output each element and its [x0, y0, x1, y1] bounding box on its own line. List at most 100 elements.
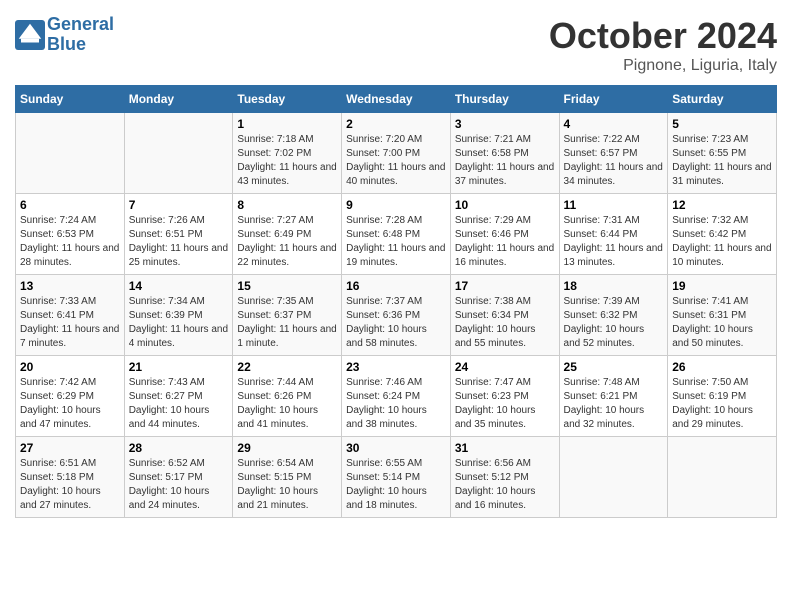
- day-info: Sunrise: 7:44 AMSunset: 6:26 PMDaylight:…: [237, 376, 337, 432]
- day-info: Sunrise: 7:28 AMSunset: 6:48 PMDaylight:…: [346, 214, 446, 270]
- calendar-week-row: 1 Sunrise: 7:18 AMSunset: 7:02 PMDaylight…: [16, 113, 777, 194]
- calendar-cell: 23 Sunrise: 7:46 AMSunset: 6:24 PMDayligh…: [342, 356, 451, 437]
- calendar-header-row: SundayMondayTuesdayWednesdayThursdayFrid…: [16, 86, 777, 113]
- calendar-cell: 7 Sunrise: 7:26 AMSunset: 6:51 PMDaylight…: [124, 194, 233, 275]
- calendar-cell: 31 Sunrise: 6:56 AMSunset: 5:12 PMDayligh…: [450, 437, 559, 518]
- day-info: Sunrise: 7:22 AMSunset: 6:57 PMDaylight:…: [564, 133, 664, 189]
- calendar-cell: 17 Sunrise: 7:38 AMSunset: 6:34 PMDayligh…: [450, 275, 559, 356]
- day-info: Sunrise: 6:52 AMSunset: 5:17 PMDaylight:…: [129, 457, 229, 513]
- calendar-table: SundayMondayTuesdayWednesdayThursdayFrid…: [15, 85, 777, 518]
- calendar-cell: 9Sunrise: 7:28 AMSunset: 6:48 PMDaylight…: [342, 194, 451, 275]
- day-number: 6: [20, 198, 120, 212]
- day-info: Sunrise: 7:26 AMSunset: 6:51 PMDaylight:…: [129, 214, 229, 270]
- day-info: Sunrise: 6:54 AMSunset: 5:15 PMDaylight:…: [237, 457, 337, 513]
- day-info: Sunrise: 7:46 AMSunset: 6:24 PMDaylight:…: [346, 376, 446, 432]
- weekday-header: Wednesday: [342, 86, 451, 113]
- logo-icon: [15, 20, 45, 50]
- calendar-cell: 10 Sunrise: 7:29 AMSunset: 6:46 PMDayligh…: [450, 194, 559, 275]
- day-number: 14: [129, 279, 229, 293]
- calendar-cell: 12Sunrise: 7:32 AMSunset: 6:42 PMDayligh…: [668, 194, 777, 275]
- day-number: 4: [564, 117, 664, 131]
- day-info: Sunrise: 7:33 AMSunset: 6:41 PMDaylight:…: [20, 295, 120, 351]
- weekday-header: Saturday: [668, 86, 777, 113]
- day-info: Sunrise: 7:50 AMSunset: 6:19 PMDaylight:…: [672, 376, 772, 432]
- day-number: 16: [346, 279, 446, 293]
- calendar-cell: 3Sunrise: 7:21 AMSunset: 6:58 PMDaylight…: [450, 113, 559, 194]
- calendar-cell: [16, 113, 125, 194]
- day-number: 8: [237, 198, 337, 212]
- day-number: 2: [346, 117, 446, 131]
- title-block: October 2024 Pignone, Liguria, Italy: [549, 15, 777, 75]
- weekday-header: Friday: [559, 86, 668, 113]
- calendar-cell: 13 Sunrise: 7:33 AMSunset: 6:41 PMDayligh…: [16, 275, 125, 356]
- day-number: 20: [20, 360, 120, 374]
- weekday-header: Thursday: [450, 86, 559, 113]
- day-info: Sunrise: 7:48 AMSunset: 6:21 PMDaylight:…: [564, 376, 664, 432]
- location-title: Pignone, Liguria, Italy: [549, 57, 777, 75]
- day-info: Sunrise: 7:43 AMSunset: 6:27 PMDaylight:…: [129, 376, 229, 432]
- calendar-cell: 18 Sunrise: 7:39 AMSunset: 6:32 PMDayligh…: [559, 275, 668, 356]
- day-number: 1: [237, 117, 337, 131]
- day-info: Sunrise: 7:32 AMSunset: 6:42 PMDaylight:…: [672, 214, 772, 270]
- day-info: Sunrise: 7:35 AMSunset: 6:37 PMDaylight:…: [237, 295, 337, 351]
- day-info: Sunrise: 6:55 AMSunset: 5:14 PMDaylight:…: [346, 457, 446, 513]
- day-number: 17: [455, 279, 555, 293]
- day-number: 22: [237, 360, 337, 374]
- calendar-cell: 11Sunrise: 7:31 AMSunset: 6:44 PMDayligh…: [559, 194, 668, 275]
- calendar-cell: 6Sunrise: 7:24 AMSunset: 6:53 PMDaylight…: [16, 194, 125, 275]
- calendar-cell: 1 Sunrise: 7:18 AMSunset: 7:02 PMDaylight…: [233, 113, 342, 194]
- day-info: Sunrise: 6:56 AMSunset: 5:12 PMDaylight:…: [455, 457, 555, 513]
- calendar-cell: 21Sunrise: 7:43 AMSunset: 6:27 PMDayligh…: [124, 356, 233, 437]
- day-number: 27: [20, 441, 120, 455]
- calendar-cell: 8Sunrise: 7:27 AMSunset: 6:49 PMDaylight…: [233, 194, 342, 275]
- calendar-cell: 30 Sunrise: 6:55 AMSunset: 5:14 PMDayligh…: [342, 437, 451, 518]
- day-number: 23: [346, 360, 446, 374]
- day-info: Sunrise: 7:42 AMSunset: 6:29 PMDaylight:…: [20, 376, 120, 432]
- day-info: Sunrise: 7:23 AMSunset: 6:55 PMDaylight:…: [672, 133, 772, 189]
- day-info: Sunrise: 7:47 AMSunset: 6:23 PMDaylight:…: [455, 376, 555, 432]
- weekday-header: Sunday: [16, 86, 125, 113]
- day-number: 25: [564, 360, 664, 374]
- month-title: October 2024: [549, 15, 777, 57]
- calendar-week-row: 13 Sunrise: 7:33 AMSunset: 6:41 PMDayligh…: [16, 275, 777, 356]
- day-number: 31: [455, 441, 555, 455]
- day-number: 5: [672, 117, 772, 131]
- calendar-cell: [559, 437, 668, 518]
- calendar-cell: 20 Sunrise: 7:42 AMSunset: 6:29 PMDayligh…: [16, 356, 125, 437]
- calendar-cell: 2 Sunrise: 7:20 AMSunset: 7:00 PMDaylight…: [342, 113, 451, 194]
- day-number: 19: [672, 279, 772, 293]
- day-info: Sunrise: 7:31 AMSunset: 6:44 PMDaylight:…: [564, 214, 664, 270]
- day-info: Sunrise: 7:20 AMSunset: 7:00 PMDaylight:…: [346, 133, 446, 189]
- calendar-cell: 16 Sunrise: 7:37 AMSunset: 6:36 PMDayligh…: [342, 275, 451, 356]
- calendar-cell: 24 Sunrise: 7:47 AMSunset: 6:23 PMDayligh…: [450, 356, 559, 437]
- day-number: 13: [20, 279, 120, 293]
- day-number: 10: [455, 198, 555, 212]
- calendar-cell: 29 Sunrise: 6:54 AMSunset: 5:15 PMDayligh…: [233, 437, 342, 518]
- day-number: 7: [129, 198, 229, 212]
- day-info: Sunrise: 7:34 AMSunset: 6:39 PMDaylight:…: [129, 295, 229, 351]
- day-number: 26: [672, 360, 772, 374]
- day-number: 3: [455, 117, 555, 131]
- day-info: Sunrise: 7:18 AMSunset: 7:02 PMDaylight:…: [237, 133, 337, 189]
- logo: General Blue: [15, 15, 114, 55]
- calendar-cell: 5 Sunrise: 7:23 AMSunset: 6:55 PMDaylight…: [668, 113, 777, 194]
- day-number: 24: [455, 360, 555, 374]
- calendar-cell: [124, 113, 233, 194]
- day-number: 18: [564, 279, 664, 293]
- day-number: 29: [237, 441, 337, 455]
- calendar-cell: 19Sunrise: 7:41 AMSunset: 6:31 PMDayligh…: [668, 275, 777, 356]
- day-info: Sunrise: 7:29 AMSunset: 6:46 PMDaylight:…: [455, 214, 555, 270]
- day-info: Sunrise: 7:39 AMSunset: 6:32 PMDaylight:…: [564, 295, 664, 351]
- page-header: General Blue October 2024 Pignone, Ligur…: [15, 15, 777, 75]
- calendar-cell: 15Sunrise: 7:35 AMSunset: 6:37 PMDayligh…: [233, 275, 342, 356]
- calendar-cell: 25 Sunrise: 7:48 AMSunset: 6:21 PMDayligh…: [559, 356, 668, 437]
- calendar-week-row: 6Sunrise: 7:24 AMSunset: 6:53 PMDaylight…: [16, 194, 777, 275]
- day-info: Sunrise: 7:38 AMSunset: 6:34 PMDaylight:…: [455, 295, 555, 351]
- logo-blue: Blue: [47, 34, 86, 54]
- day-info: Sunrise: 7:37 AMSunset: 6:36 PMDaylight:…: [346, 295, 446, 351]
- day-number: 30: [346, 441, 446, 455]
- logo-text: General Blue: [47, 15, 114, 55]
- calendar-week-row: 20 Sunrise: 7:42 AMSunset: 6:29 PMDayligh…: [16, 356, 777, 437]
- calendar-cell: [668, 437, 777, 518]
- calendar-week-row: 27Sunrise: 6:51 AMSunset: 5:18 PMDayligh…: [16, 437, 777, 518]
